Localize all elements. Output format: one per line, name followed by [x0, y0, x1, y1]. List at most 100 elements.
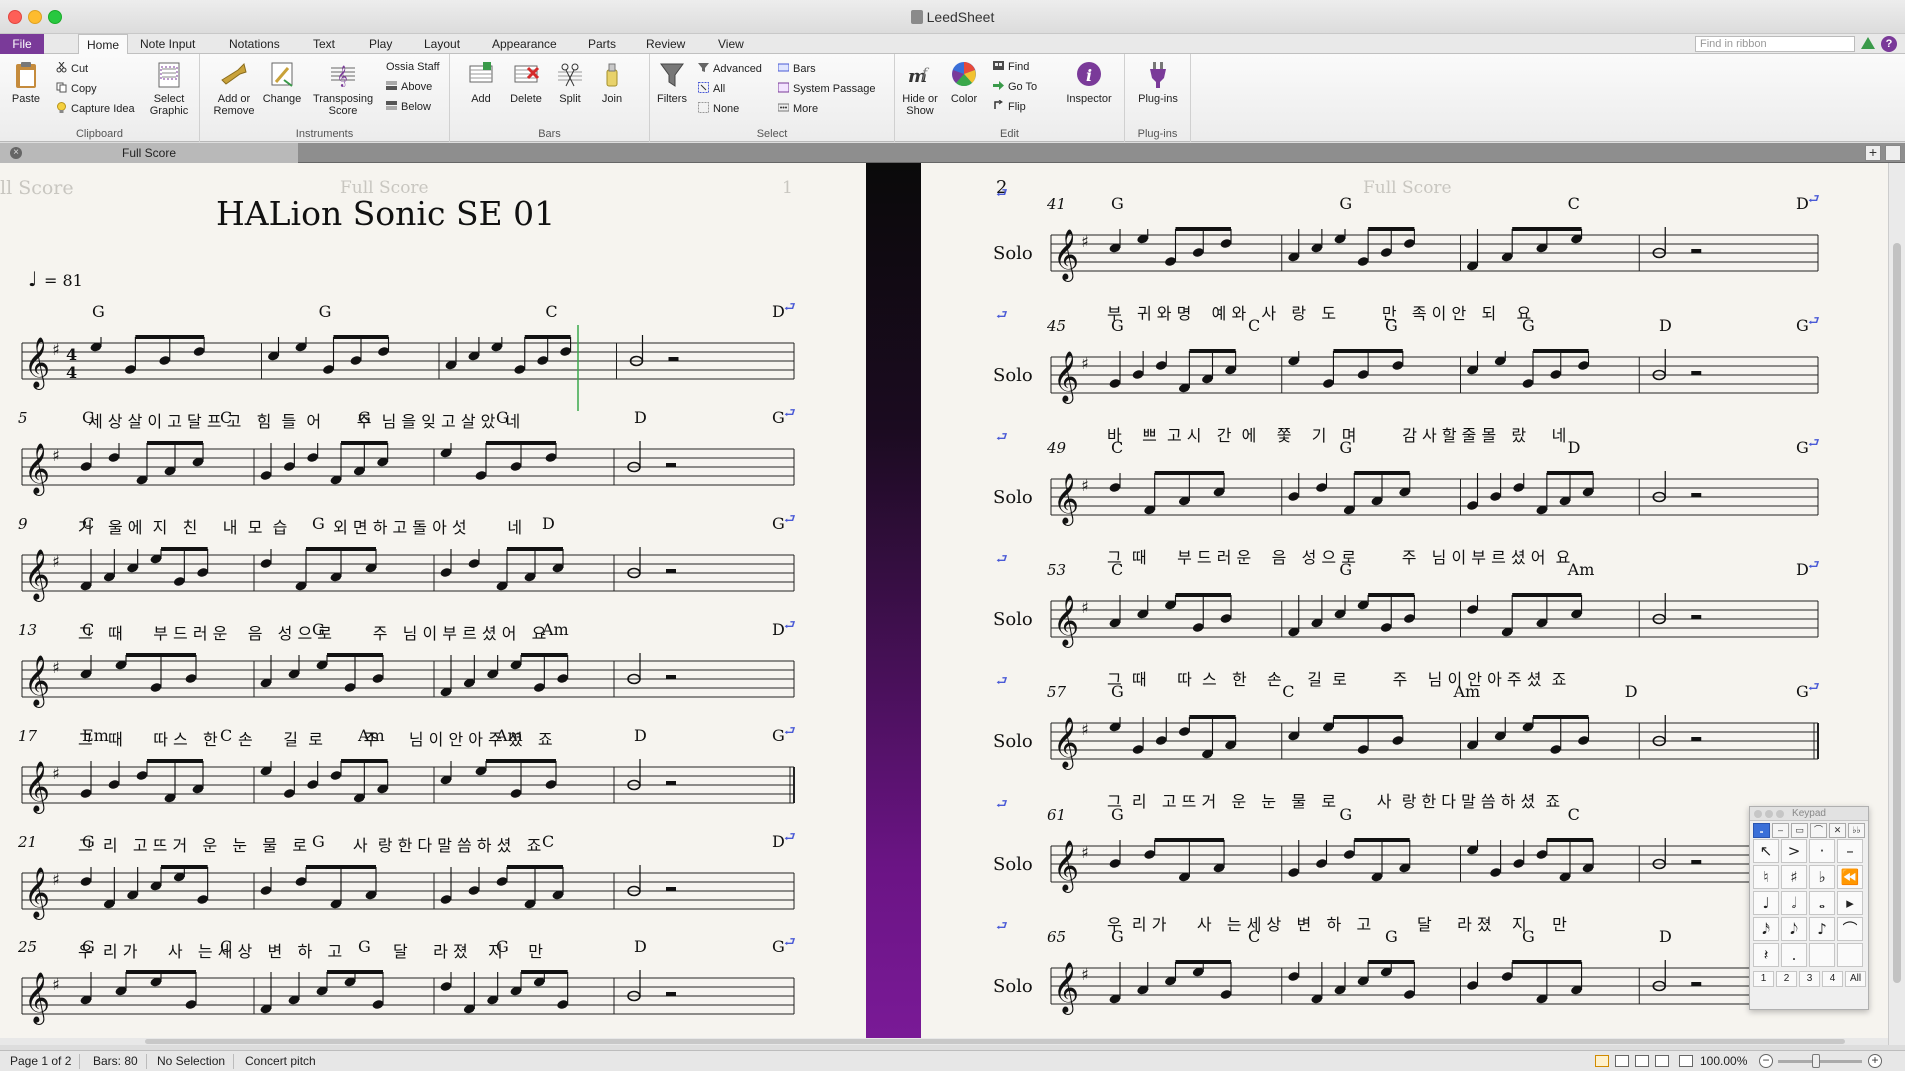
chord-symbol[interactable]: G: [772, 408, 785, 427]
help-icon[interactable]: ?: [1881, 36, 1897, 52]
instrument-name-solo[interactable]: Solo: [993, 854, 1033, 875]
keypad-tab-2[interactable]: –: [1772, 823, 1789, 838]
chord-symbol[interactable]: G: [1111, 927, 1124, 946]
filters-button[interactable]: Filters: [654, 60, 690, 105]
zoom-out-button[interactable]: −: [1759, 1054, 1773, 1068]
view-spreads-icon[interactable]: [1595, 1055, 1609, 1067]
system-break-icon[interactable]: ⮐: [996, 919, 1008, 934]
staff-system[interactable]: 𝄞 ♯ 53 C G Am D 그 때 따 스 한 손 길 로 주 님 이 안 아 주 셨 죠…: [1047, 558, 1820, 689]
zoom-slider-knob[interactable]: [1811, 1054, 1820, 1068]
hide-or-show-button[interactable]: mf Hide or Show: [899, 60, 941, 117]
staff-system[interactable]: 𝄞 ♯ 44 G G C D 세 상 살 이 고 달 프 고 힘 들 어 주 님 을 잊 고 …: [21, 300, 796, 431]
instrument-name-solo[interactable]: Solo: [993, 976, 1033, 997]
tab-play[interactable]: Play: [361, 34, 400, 54]
plugins-button[interactable]: Plug-ins: [1131, 60, 1185, 105]
select-bars-button[interactable]: Bars: [778, 60, 816, 78]
chord-symbol[interactable]: C: [1111, 438, 1123, 457]
view-pages-side-icon[interactable]: [1635, 1055, 1649, 1067]
chord-symbol[interactable]: C: [220, 726, 232, 745]
keypad-key-20[interactable]: [1837, 943, 1863, 967]
system-break-icon[interactable]: ⮐: [996, 552, 1008, 567]
keypad-key-9[interactable]: ♩: [1753, 891, 1779, 915]
system-object-pin-icon[interactable]: ⮐: [1808, 314, 1820, 329]
lyrics-line[interactable]: 그 리 고 뜨 거 운 눈 물 로 사 랑 한 다 말 씀 하 셨 죠: [1107, 792, 1560, 811]
keypad-layer-4[interactable]: 4: [1822, 971, 1843, 987]
lyrics-line[interactable]: 세 상 살 이 고 달 프 고 힘 들 어 주 님 을 잊 고 살 았 네: [88, 412, 520, 431]
staff-system[interactable]: 𝄞 ♯ 45 G C G G D G 바 쁘 고 시 간 에 쫓 기 며 감 사 할 줄 몰 랐 …: [1046, 314, 1820, 445]
chord-symbol[interactable]: G: [1339, 438, 1352, 457]
system-break-icon[interactable]: ⮐: [996, 430, 1008, 445]
score-view[interactable]: ll Score Full Score 1 HALion Sonic SE 01 ♩ = …: [0, 163, 1905, 1045]
chord-symbol[interactable]: G: [1796, 316, 1809, 335]
tempo-marking[interactable]: = 81: [44, 271, 83, 290]
chord-symbol[interactable]: D: [1568, 438, 1581, 457]
keypad-title-bar[interactable]: Keypad: [1750, 807, 1868, 821]
system-break-icon[interactable]: ⮐: [996, 186, 1008, 201]
select-none-button[interactable]: None: [698, 100, 739, 118]
staff-system[interactable]: 𝄞♯61GGCD우 리 가 사 는 세 상 변 하 고 달 라 졌 지 만⮐: [1047, 803, 1820, 934]
new-tab-button[interactable]: +: [1865, 145, 1881, 161]
chord-symbol[interactable]: G: [496, 937, 509, 956]
lyrics-line[interactable]: 그 때 따 스 한 손 길 로 주 님 이 안 아 주 셨 죠: [1107, 670, 1566, 689]
chord-symbol[interactable]: G: [1522, 316, 1535, 335]
staff-system[interactable]: 𝄞 ♯ 41 G G C D 부 귀 와 명 예 와 사 랑 도 만 족 이 안 되 요 ⮐: [1046, 192, 1820, 323]
chord-symbol[interactable]: G: [1522, 927, 1535, 946]
tab-home[interactable]: Home: [78, 34, 129, 55]
keypad-layer-all[interactable]: All: [1845, 971, 1866, 987]
chord-symbol[interactable]: G: [772, 937, 785, 956]
chord-symbol[interactable]: Em: [82, 726, 109, 745]
keypad-key-4[interactable]: –: [1837, 839, 1863, 863]
system-object-pin-icon[interactable]: ⮐: [784, 830, 796, 845]
add-bars-button[interactable]: Add: [462, 60, 500, 105]
instrument-name-solo[interactable]: Solo: [993, 243, 1033, 264]
chord-symbol[interactable]: G: [1385, 316, 1398, 335]
keypad-key-15[interactable]: ♪: [1809, 917, 1835, 941]
select-all-button[interactable]: All: [698, 80, 725, 98]
keypad-key-13[interactable]: 𝅘𝅥𝅯: [1753, 917, 1779, 941]
chord-symbol[interactable]: Am: [495, 726, 523, 745]
chord-symbol[interactable]: G: [312, 620, 325, 639]
inspector-button[interactable]: i Inspector: [1061, 60, 1117, 105]
chord-symbol[interactable]: D: [1796, 194, 1809, 213]
tab-note-input[interactable]: Note Input: [132, 34, 203, 54]
chord-symbol[interactable]: G: [1339, 805, 1352, 824]
staff-system[interactable]: 𝄞♯65GCGGDG변 치 않 는 하 나 님 사 랑 이 제 야 알 았 답 …: [1047, 925, 1820, 1045]
chord-symbol[interactable]: G: [1111, 805, 1124, 824]
chord-symbol[interactable]: G: [1111, 316, 1124, 335]
select-more-button[interactable]: More: [778, 100, 818, 118]
find-button[interactable]: Find: [993, 58, 1029, 76]
system-break-icon[interactable]: ⮐: [996, 308, 1008, 323]
keypad-key-19[interactable]: [1809, 943, 1835, 967]
full-score-tab[interactable]: × Full Score: [0, 143, 298, 163]
tab-appearance[interactable]: Appearance: [484, 34, 565, 54]
close-tab-icon[interactable]: ×: [10, 147, 22, 159]
lyrics-line[interactable]: 우 리 가 사 는 세 상 변 하 고 달 라 졌 지 만: [1107, 915, 1567, 934]
chord-symbol[interactable]: Am: [357, 726, 385, 745]
system-object-pin-icon[interactable]: ⮐: [784, 512, 796, 527]
lyrics-line[interactable]: 그 리 고 뜨 거 운 눈 물 로 사 랑 한 다 말 씀 하 셨 죠: [78, 836, 541, 855]
tab-text[interactable]: Text: [305, 34, 343, 54]
chord-symbol[interactable]: G: [319, 302, 332, 321]
color-button[interactable]: Color: [945, 60, 983, 105]
chord-symbol[interactable]: Am: [1567, 560, 1595, 579]
chord-symbol[interactable]: G: [358, 937, 371, 956]
score-page-1[interactable]: ll Score Full Score 1 HALion Sonic SE 01 ♩ = …: [0, 163, 866, 1045]
find-in-ribbon-input[interactable]: Find in ribbon: [1695, 36, 1855, 52]
tab-view[interactable]: View: [710, 34, 752, 54]
lyrics-line[interactable]: 우 리 가 사 는 세 상 변 하 고 달 라 졌 지 만: [78, 942, 543, 961]
chord-symbol[interactable]: D: [1659, 927, 1672, 946]
chord-symbol[interactable]: G: [496, 408, 509, 427]
chord-symbol[interactable]: C: [542, 832, 554, 851]
vertical-scroll-thumb[interactable]: [1893, 243, 1901, 983]
chord-symbol[interactable]: Am: [541, 620, 569, 639]
chord-symbol[interactable]: C: [220, 408, 232, 427]
chord-symbol[interactable]: D: [1659, 316, 1672, 335]
ossia-above-button[interactable]: Above: [386, 78, 432, 96]
copy-button[interactable]: Copy: [56, 80, 97, 98]
lyrics-line[interactable]: 바 쁘 고 시 간 에 쫓 기 며 감 사 할 줄 몰 랐 네: [1107, 426, 1566, 445]
chord-symbol[interactable]: G: [1111, 194, 1124, 213]
tab-file[interactable]: File: [0, 34, 44, 54]
keypad-layer-1[interactable]: 1: [1753, 971, 1774, 987]
chord-symbol[interactable]: G: [312, 514, 325, 533]
page-1-music[interactable]: ll Score Full Score 1HALion Sonic SE 01♩ = …: [0, 163, 866, 1045]
